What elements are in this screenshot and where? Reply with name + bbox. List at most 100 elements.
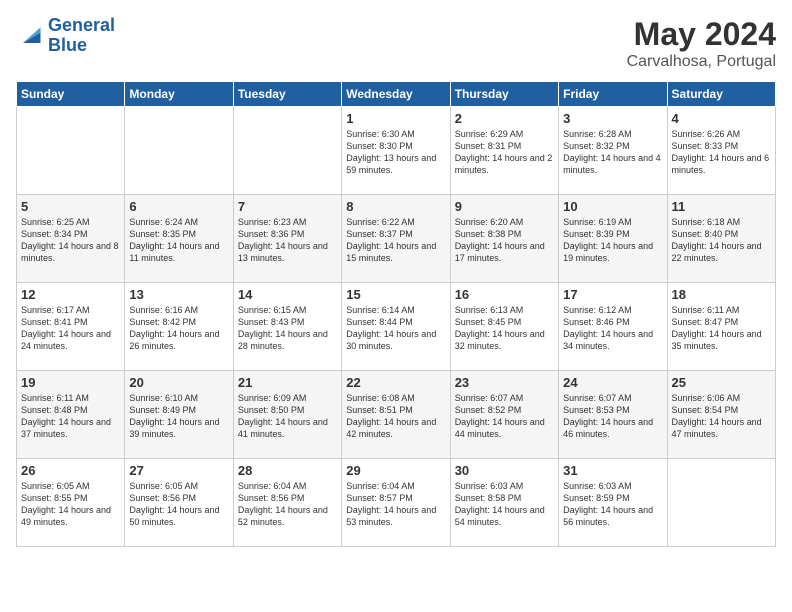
header-thursday: Thursday [450,82,558,107]
day-info: Sunrise: 6:13 AMSunset: 8:45 PMDaylight:… [455,304,554,353]
day-number: 21 [238,375,337,390]
day-info: Sunrise: 6:03 AMSunset: 8:59 PMDaylight:… [563,480,662,529]
week-row-5: 26 Sunrise: 6:05 AMSunset: 8:55 PMDayligh… [17,459,776,547]
cell-1-5: 10 Sunrise: 6:19 AMSunset: 8:39 PMDayligh… [559,195,667,283]
day-info: Sunrise: 6:25 AMSunset: 8:34 PMDaylight:… [21,216,120,265]
week-row-3: 12 Sunrise: 6:17 AMSunset: 8:41 PMDayligh… [17,283,776,371]
location: Carvalhosa, Portugal [627,53,776,71]
page-container: General Blue May 2024 Carvalhosa, Portug… [16,16,776,547]
cell-1-4: 9 Sunrise: 6:20 AMSunset: 8:38 PMDaylight… [450,195,558,283]
cell-1-1: 6Sunrise: 6:24 AMSunset: 8:35 PMDaylight… [125,195,233,283]
cell-0-1 [125,107,233,195]
cell-2-5: 17 Sunrise: 6:12 AMSunset: 8:46 PMDayligh… [559,283,667,371]
cell-2-3: 15 Sunrise: 6:14 AMSunset: 8:44 PMDayligh… [342,283,450,371]
cell-2-4: 16 Sunrise: 6:13 AMSunset: 8:45 PMDayligh… [450,283,558,371]
cell-1-6: 11Sunrise: 6:18 AMSunset: 8:40 PMDayligh… [667,195,775,283]
day-info: Sunrise: 6:04 AMSunset: 8:56 PMDaylight:… [238,480,337,529]
month-year: May 2024 [627,16,776,53]
day-number: 28 [238,463,337,478]
day-number: 15 [346,287,445,302]
cell-2-0: 12 Sunrise: 6:17 AMSunset: 8:41 PMDayligh… [17,283,125,371]
cell-4-6 [667,459,775,547]
day-number: 8 [346,199,445,214]
day-info: Sunrise: 6:05 AMSunset: 8:56 PMDaylight:… [129,480,228,529]
day-number: 10 [563,199,662,214]
cell-0-0 [17,107,125,195]
cell-4-5: 31 Sunrise: 6:03 AMSunset: 8:59 PMDayligh… [559,459,667,547]
day-number: 26 [21,463,120,478]
day-info: Sunrise: 6:28 AMSunset: 8:32 PMDaylight:… [563,128,662,177]
day-info: Sunrise: 6:11 AMSunset: 8:47 PMDaylight:… [672,304,771,353]
day-number: 29 [346,463,445,478]
day-number: 12 [21,287,120,302]
day-number: 3 [563,111,662,126]
day-number: 25 [672,375,771,390]
cell-3-0: 19 Sunrise: 6:11 AMSunset: 8:48 PMDayligh… [17,371,125,459]
header-tuesday: Tuesday [233,82,341,107]
day-number: 31 [563,463,662,478]
day-info: Sunrise: 6:07 AMSunset: 8:52 PMDaylight:… [455,392,554,441]
cell-3-5: 24 Sunrise: 6:07 AMSunset: 8:53 PMDayligh… [559,371,667,459]
cell-2-6: 18Sunrise: 6:11 AMSunset: 8:47 PMDayligh… [667,283,775,371]
cell-4-3: 29 Sunrise: 6:04 AMSunset: 8:57 PMDayligh… [342,459,450,547]
day-number: 9 [455,199,554,214]
day-number: 23 [455,375,554,390]
day-info: Sunrise: 6:09 AMSunset: 8:50 PMDaylight:… [238,392,337,441]
header-sunday: Sunday [17,82,125,107]
day-number: 1 [346,111,445,126]
day-info: Sunrise: 6:20 AMSunset: 8:38 PMDaylight:… [455,216,554,265]
header-friday: Friday [559,82,667,107]
header-monday: Monday [125,82,233,107]
header-wednesday: Wednesday [342,82,450,107]
day-number: 17 [563,287,662,302]
cell-2-2: 14Sunrise: 6:15 AMSunset: 8:43 PMDayligh… [233,283,341,371]
cell-0-3: 1Sunrise: 6:30 AMSunset: 8:30 PMDaylight… [342,107,450,195]
day-info: Sunrise: 6:14 AMSunset: 8:44 PMDaylight:… [346,304,445,353]
calendar-table: Sunday Monday Tuesday Wednesday Thursday… [16,81,776,547]
cell-0-5: 3 Sunrise: 6:28 AMSunset: 8:32 PMDaylight… [559,107,667,195]
logo: General Blue [16,16,115,56]
cell-4-2: 28 Sunrise: 6:04 AMSunset: 8:56 PMDayligh… [233,459,341,547]
day-info: Sunrise: 6:06 AMSunset: 8:54 PMDaylight:… [672,392,771,441]
week-row-4: 19 Sunrise: 6:11 AMSunset: 8:48 PMDayligh… [17,371,776,459]
day-info: Sunrise: 6:07 AMSunset: 8:53 PMDaylight:… [563,392,662,441]
cell-1-2: 7Sunrise: 6:23 AMSunset: 8:36 PMDaylight… [233,195,341,283]
day-number: 11 [672,199,771,214]
cell-4-1: 27Sunrise: 6:05 AMSunset: 8:56 PMDayligh… [125,459,233,547]
day-info: Sunrise: 6:24 AMSunset: 8:35 PMDaylight:… [129,216,228,265]
cell-4-0: 26 Sunrise: 6:05 AMSunset: 8:55 PMDayligh… [17,459,125,547]
week-row-1: 1Sunrise: 6:30 AMSunset: 8:30 PMDaylight… [17,107,776,195]
cell-2-1: 13Sunrise: 6:16 AMSunset: 8:42 PMDayligh… [125,283,233,371]
day-number: 20 [129,375,228,390]
logo-line2: Blue [48,35,87,55]
cell-3-1: 20 Sunrise: 6:10 AMSunset: 8:49 PMDayligh… [125,371,233,459]
day-info: Sunrise: 6:19 AMSunset: 8:39 PMDaylight:… [563,216,662,265]
day-number: 16 [455,287,554,302]
days-header-row: Sunday Monday Tuesday Wednesday Thursday… [17,82,776,107]
cell-3-4: 23 Sunrise: 6:07 AMSunset: 8:52 PMDayligh… [450,371,558,459]
day-info: Sunrise: 6:03 AMSunset: 8:58 PMDaylight:… [455,480,554,529]
header: General Blue May 2024 Carvalhosa, Portug… [16,16,776,71]
cell-0-6: 4 Sunrise: 6:26 AMSunset: 8:33 PMDaylight… [667,107,775,195]
day-info: Sunrise: 6:05 AMSunset: 8:55 PMDaylight:… [21,480,120,529]
day-info: Sunrise: 6:10 AMSunset: 8:49 PMDaylight:… [129,392,228,441]
day-info: Sunrise: 6:26 AMSunset: 8:33 PMDaylight:… [672,128,771,177]
day-info: Sunrise: 6:11 AMSunset: 8:48 PMDaylight:… [21,392,120,441]
cell-0-2 [233,107,341,195]
day-info: Sunrise: 6:17 AMSunset: 8:41 PMDaylight:… [21,304,120,353]
day-number: 22 [346,375,445,390]
day-number: 14 [238,287,337,302]
day-info: Sunrise: 6:16 AMSunset: 8:42 PMDaylight:… [129,304,228,353]
day-number: 5 [21,199,120,214]
cell-1-0: 5 Sunrise: 6:25 AMSunset: 8:34 PMDaylight… [17,195,125,283]
header-saturday: Saturday [667,82,775,107]
day-info: Sunrise: 6:12 AMSunset: 8:46 PMDaylight:… [563,304,662,353]
cell-3-3: 22Sunrise: 6:08 AMSunset: 8:51 PMDayligh… [342,371,450,459]
cell-3-6: 25 Sunrise: 6:06 AMSunset: 8:54 PMDayligh… [667,371,775,459]
cell-0-4: 2Sunrise: 6:29 AMSunset: 8:31 PMDaylight… [450,107,558,195]
day-info: Sunrise: 6:04 AMSunset: 8:57 PMDaylight:… [346,480,445,529]
day-number: 19 [21,375,120,390]
logo-text: General Blue [48,16,115,56]
day-number: 24 [563,375,662,390]
day-number: 4 [672,111,771,126]
